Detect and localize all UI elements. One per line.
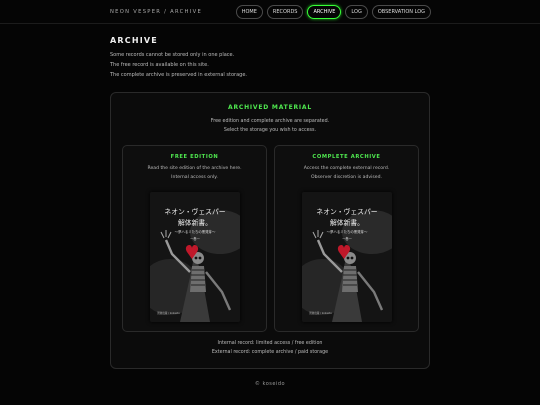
book-cover-art: ネオン・ヴェスパー 解体新書。 ～夢ハるミたちの黒発芽～ 一巻一 黒骸出版 / … bbox=[150, 192, 240, 322]
intro-line: The complete archive is preserved in ext… bbox=[110, 72, 247, 78]
card-title: FREE EDITION bbox=[170, 154, 219, 160]
panel-description: Free edition and complete archive are se… bbox=[111, 117, 429, 135]
cover-title-line: ネオン・ヴェスパー bbox=[164, 207, 225, 216]
free-edition-card[interactable]: FREE EDITION Read the site edition of th… bbox=[122, 145, 267, 332]
cover-volume: 一巻一 bbox=[342, 236, 352, 241]
access-note: External record: complete archive / paid… bbox=[211, 350, 329, 355]
nav-observation-log-button[interactable]: OBSERVATION LOG bbox=[371, 5, 431, 19]
nav-archive-button[interactable]: ARCHIVE bbox=[307, 5, 342, 19]
copyright: © koseido bbox=[254, 381, 286, 387]
intro-line: Some records cannot be stored only in on… bbox=[110, 52, 235, 58]
access-notes: Internal record: limited access / free e… bbox=[111, 339, 429, 357]
card-description-line: Observer discretion is advised. bbox=[311, 174, 382, 180]
cover-subtitle: ～夢ハるミたちの黒発芽～ bbox=[175, 229, 216, 234]
cover-volume: 一巻一 bbox=[190, 236, 200, 241]
cover-publisher: 黒骸出版 / kokaido bbox=[157, 311, 180, 315]
site-brand[interactable]: NEON VESPER / ARCHIVE bbox=[110, 9, 202, 15]
cover-title-line: 解体新書。 bbox=[330, 218, 364, 227]
nav-home-button[interactable]: HOME bbox=[235, 5, 263, 19]
nav-records-button[interactable]: RECORDS bbox=[266, 5, 304, 19]
nav-log-button[interactable]: LOG bbox=[345, 5, 368, 19]
card-description: Access the complete external record. Obs… bbox=[275, 165, 418, 182]
intro-line: The free record is available on this sit… bbox=[110, 62, 209, 68]
cover-subtitle: ～夢ハるミたちの黒発芽～ bbox=[327, 229, 368, 234]
panel-description-line: Select the storage you wish to access. bbox=[223, 128, 317, 133]
card-description-line: Read the site edition of the archive her… bbox=[147, 166, 242, 171]
intro-text: Some records cannot be stored only in on… bbox=[110, 50, 247, 80]
archive-panel: ARCHIVED MATERIAL Free edition and compl… bbox=[110, 92, 430, 369]
card-description-line: Internal access only. bbox=[171, 174, 218, 180]
panel-description-line: Free edition and complete archive are se… bbox=[210, 119, 330, 124]
main-nav: HOME RECORDS ARCHIVE LOG OBSERVATION LOG bbox=[235, 5, 431, 19]
page-title: ARCHIVE bbox=[110, 36, 158, 45]
cover-title-line: ネオン・ヴェスパー bbox=[316, 207, 377, 216]
card-title: COMPLETE ARCHIVE bbox=[312, 154, 381, 160]
access-note: Internal record: limited access / free e… bbox=[217, 341, 323, 346]
book-cover-image[interactable]: ネオン・ヴェスパー 解体新書。 ～夢ハるミたちの黒発芽～ 一巻一 黒骸出版 / … bbox=[150, 192, 240, 322]
top-bar: NEON VESPER / ARCHIVE HOME RECORDS ARCHI… bbox=[0, 0, 540, 24]
cover-title-line: 解体新書。 bbox=[178, 218, 212, 227]
panel-title: ARCHIVED MATERIAL bbox=[228, 104, 312, 111]
book-cover-art: ネオン・ヴェスパー 解体新書。 ～夢ハるミたちの黒発芽～ 一巻一 黒骸出版 / … bbox=[302, 192, 392, 322]
complete-archive-card[interactable]: COMPLETE ARCHIVE Access the complete ext… bbox=[274, 145, 419, 332]
book-cover-image[interactable]: ネオン・ヴェスパー 解体新書。 ～夢ハるミたちの黒発芽～ 一巻一 黒骸出版 / … bbox=[302, 192, 392, 322]
cover-publisher: 黒骸出版 / kokaido bbox=[309, 311, 332, 315]
card-description-line: Access the complete external record. bbox=[303, 166, 390, 171]
card-description: Read the site edition of the archive her… bbox=[123, 165, 266, 182]
